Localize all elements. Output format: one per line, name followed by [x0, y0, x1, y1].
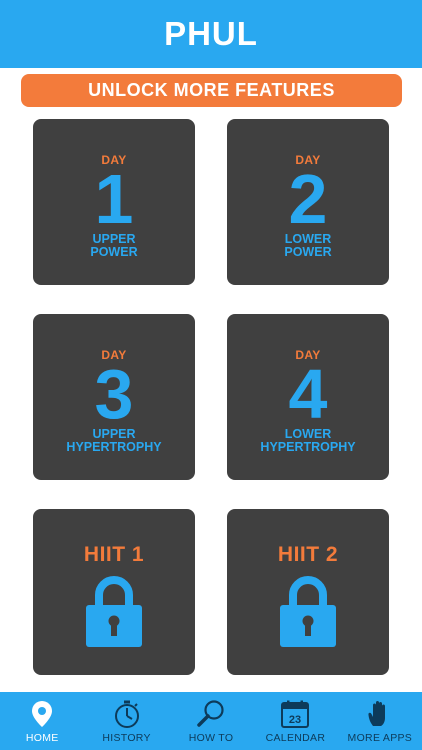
app-header: PHUL — [0, 0, 422, 68]
tab-home[interactable]: HOME — [0, 692, 84, 750]
hiit-title: HIIT 1 — [83, 543, 145, 566]
day-number: 4 — [288, 355, 328, 433]
tab-calendar[interactable]: 23 CALENDAR — [253, 692, 337, 750]
lock-icon — [86, 576, 142, 647]
tab-history[interactable]: HISTORY — [84, 692, 168, 750]
tab-home-label: HOME — [25, 732, 59, 744]
workout-name-line2: HYPERTROPHY — [260, 440, 356, 454]
stopwatch-icon — [114, 700, 139, 728]
workout-name-line2: HYPERTROPHY — [66, 440, 162, 454]
workout-name: LOWER POWER — [284, 233, 331, 259]
workout-name: LOWER HYPERTROPHY — [260, 428, 355, 454]
tab-more-apps[interactable]: MORE APPS — [338, 692, 422, 750]
tab-how-to-label: HOW TO — [188, 732, 234, 744]
day-3-tile[interactable]: DAY 3 UPPER HYPERTROPHY — [33, 314, 195, 480]
magnifier-icon — [197, 700, 224, 727]
unlock-features-label: UNLOCK MORE FEATURES — [88, 80, 335, 100]
hiit-1-tile[interactable]: HIIT 1 — [33, 509, 195, 675]
tab-calendar-label: CALENDAR — [265, 732, 326, 744]
tab-history-label: HISTORY — [102, 732, 151, 744]
workout-name: UPPER HYPERTROPHY — [66, 428, 161, 454]
lock-icon — [280, 576, 336, 647]
workout-name-line2: POWER — [284, 245, 332, 259]
day-number: 1 — [94, 160, 134, 238]
calendar-icon-day: 23 — [289, 714, 301, 726]
tab-more-apps-label: MORE APPS — [347, 732, 413, 744]
workout-name: UPPER POWER — [90, 233, 137, 259]
calendar-icon: 23 — [281, 700, 310, 728]
hiit-title: HIIT 2 — [277, 543, 339, 566]
day-number: 3 — [94, 355, 134, 433]
tab-bar: HOME HISTORY HOW TO 23 CALENDAR MORE APP… — [0, 692, 422, 750]
page-title: PHUL — [164, 15, 258, 52]
hiit-2-tile[interactable]: HIIT 2 — [227, 509, 389, 675]
unlock-features-button[interactable]: UNLOCK MORE FEATURES — [21, 74, 402, 107]
day-4-tile[interactable]: DAY 4 LOWER HYPERTROPHY — [227, 314, 389, 480]
hand-icon — [368, 701, 385, 726]
workout-name-line2: POWER — [90, 245, 138, 259]
tab-how-to[interactable]: HOW TO — [169, 692, 253, 750]
day-number: 2 — [288, 160, 328, 238]
day-1-tile[interactable]: DAY 1 UPPER POWER — [33, 119, 195, 285]
map-pin-icon — [32, 701, 53, 727]
day-2-tile[interactable]: DAY 2 LOWER POWER — [227, 119, 389, 285]
